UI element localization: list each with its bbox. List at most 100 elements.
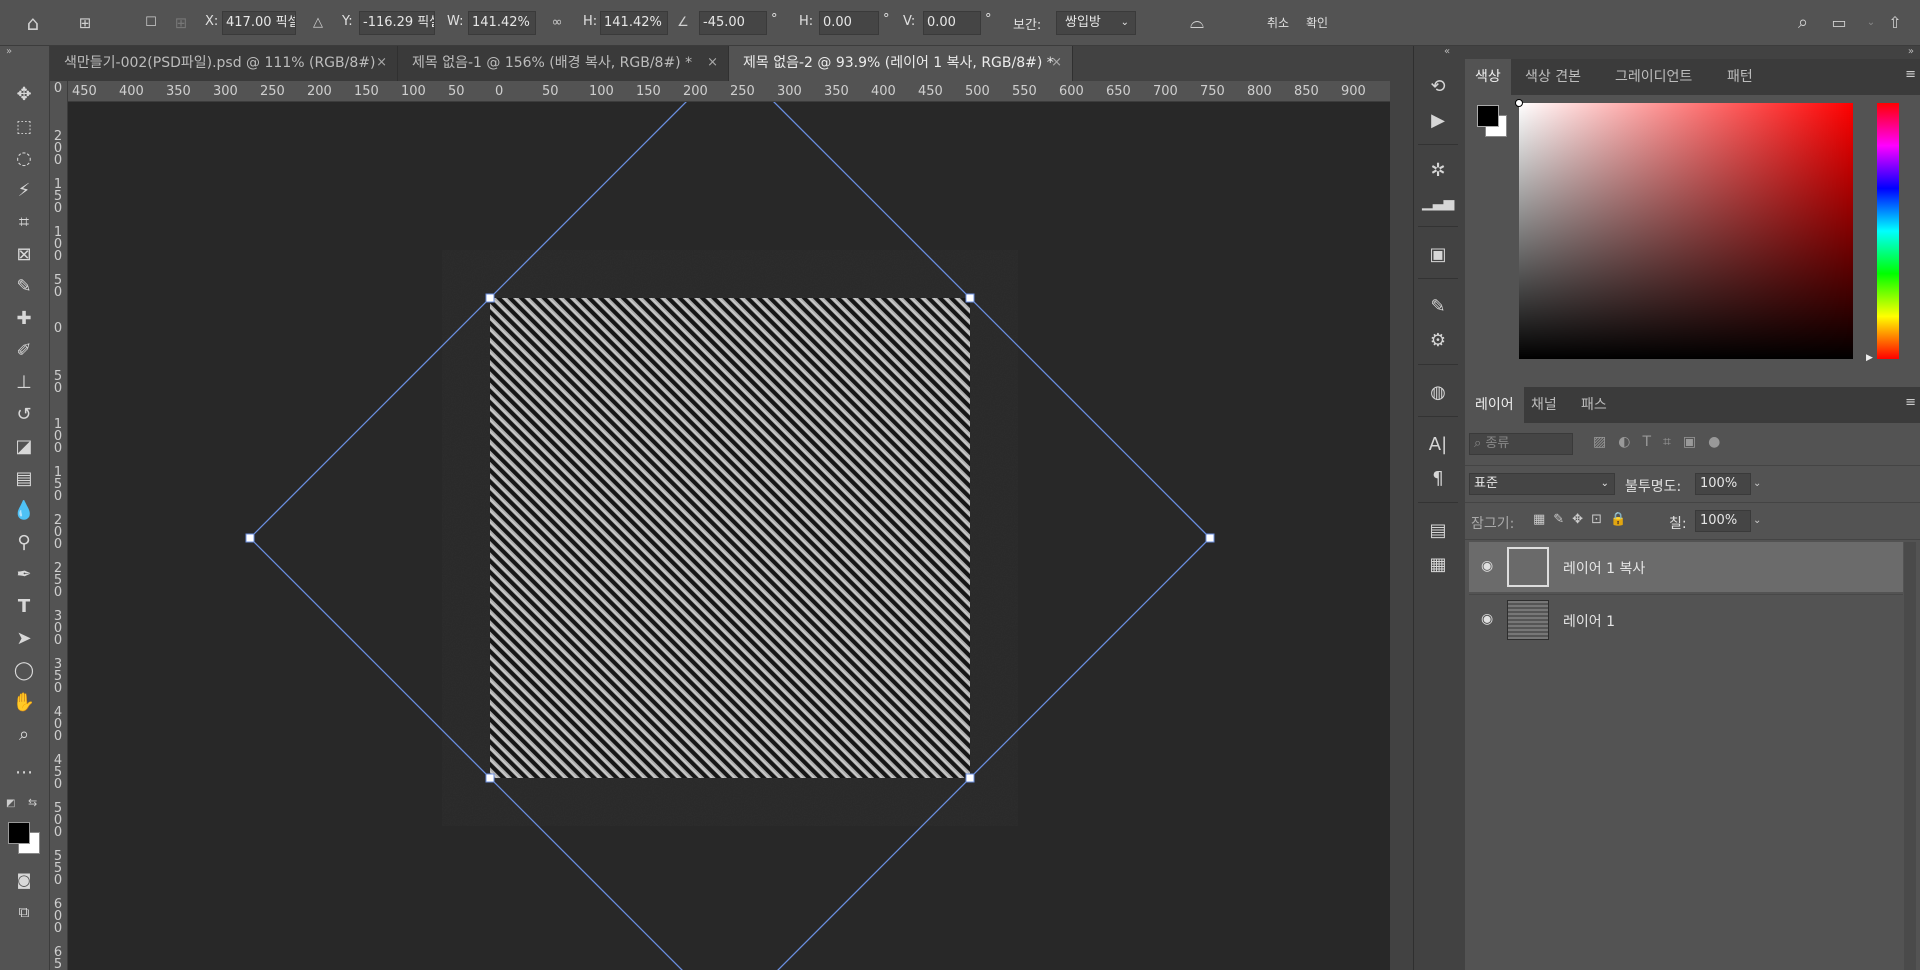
screen-mode-icon[interactable]: ⧉ — [9, 898, 39, 926]
tab-paths[interactable]: 패스 — [1571, 387, 1617, 423]
hand-tool-icon[interactable]: ✋ — [9, 689, 39, 717]
paragraph-icon[interactable]: ¶ — [1422, 464, 1454, 494]
path-selection-tool-icon[interactable]: ➤ — [9, 625, 39, 653]
tab-gradients[interactable]: 그레이디언트 — [1605, 59, 1702, 95]
eyedropper-tool-icon[interactable]: ✎ — [9, 273, 39, 301]
transform-handle[interactable] — [965, 773, 975, 783]
chevron-down-icon[interactable]: ⌄ — [1860, 12, 1882, 34]
type-tool-icon[interactable]: T — [9, 593, 39, 621]
move-tool-icon[interactable]: ✥ — [9, 81, 39, 109]
delta-icon[interactable]: △ — [307, 12, 329, 34]
clone-stamp-tool-icon[interactable]: ⊥ — [9, 369, 39, 397]
chevron-down-icon[interactable]: ⌄ — [1753, 510, 1767, 532]
actions-play-icon[interactable]: ▶ — [1422, 106, 1454, 136]
more-tools-icon[interactable]: ⋯ — [9, 759, 39, 787]
tab-patterns[interactable]: 패턴 — [1717, 59, 1763, 95]
skew-h-field[interactable]: 0.00 — [819, 11, 879, 35]
search-icon[interactable]: ⌕ — [1792, 12, 1814, 34]
panel-menu-icon[interactable]: ≡ — [1905, 67, 1916, 82]
foreground-color-swatch[interactable] — [8, 822, 30, 844]
y-field[interactable]: -116.29 픽셀 — [359, 11, 435, 35]
color-picker-cursor[interactable] — [1515, 99, 1523, 107]
close-icon[interactable]: × — [1051, 46, 1062, 80]
tab-document-2[interactable]: 제목 없음-1 @ 156% (배경 복사, RGB/8#) * × — [398, 46, 729, 81]
zoom-tool-icon[interactable]: ⌕ — [9, 721, 39, 749]
hue-slider-handle[interactable]: ▶ — [1866, 353, 1873, 363]
fill-field[interactable]: 100% — [1695, 510, 1751, 532]
eye-icon[interactable]: ◉ — [1481, 611, 1493, 627]
layer-filter-select[interactable]: ⌕ 종류 — [1469, 433, 1573, 455]
history-brush-tool-icon[interactable]: ↺ — [9, 401, 39, 429]
color-field[interactable] — [1519, 103, 1853, 359]
collapse-arrows-icon[interactable]: » — [6, 46, 12, 57]
reference-grid-icon[interactable]: ⊞ — [170, 12, 192, 34]
collapse-arrows-icon[interactable]: « — [1444, 46, 1450, 57]
libraries-icon[interactable]: ▣ — [1422, 240, 1454, 270]
quick-mask-icon[interactable]: ◙ — [9, 866, 39, 894]
brush-settings-icon[interactable]: ✎ — [1422, 292, 1454, 322]
lock-icons[interactable]: ▦✎✥⊡🔒 — [1533, 512, 1634, 527]
workspace-icon[interactable]: ▭ — [1828, 12, 1850, 34]
share-icon[interactable]: ⇧ — [1884, 12, 1906, 34]
gradient-tool-icon[interactable]: ▤ — [9, 465, 39, 493]
tab-layers[interactable]: 레이어 — [1465, 387, 1524, 423]
warp-mode-icon[interactable]: ⌓ — [1186, 12, 1208, 34]
commit-transform-button[interactable]: 확인 — [1306, 14, 1328, 31]
x-field[interactable]: 417.00 픽셀 — [222, 11, 296, 35]
pen-tool-icon[interactable]: ✒ — [9, 561, 39, 589]
brush-tool-icon[interactable]: ✐ — [9, 337, 39, 365]
navigator-icon[interactable]: ✲ — [1422, 156, 1454, 186]
transform-handle[interactable] — [245, 533, 255, 543]
interpolation-select[interactable]: 쌍입방 ⌄ — [1056, 11, 1136, 35]
skew-v-field[interactable]: 0.00 — [923, 11, 981, 35]
ellipse-tool-icon[interactable]: ◯ — [9, 657, 39, 685]
hue-slider[interactable] — [1877, 103, 1899, 359]
layer-filter-icons[interactable]: ▨◐T⌗▣● — [1593, 434, 1732, 450]
home-icon[interactable]: ⌂ — [22, 12, 44, 34]
close-icon[interactable]: × — [707, 46, 718, 80]
collapse-arrows-icon[interactable]: » — [1908, 46, 1914, 57]
blur-tool-icon[interactable]: 💧 — [9, 497, 39, 525]
opacity-field[interactable]: 100% — [1695, 473, 1751, 495]
swap-colors-icon[interactable]: ⇆ — [28, 796, 37, 809]
transform-handle[interactable] — [485, 293, 495, 303]
chevron-down-icon[interactable]: ⌄ — [1753, 473, 1767, 495]
close-icon[interactable]: × — [376, 46, 387, 80]
height-field[interactable]: 141.42% — [600, 11, 668, 35]
transform-handle[interactable] — [1205, 533, 1215, 543]
reference-point-icon[interactable]: ⊞ — [74, 12, 96, 34]
foreground-color-swatch[interactable] — [1477, 105, 1499, 127]
canvas-area[interactable] — [68, 102, 1390, 970]
layers-scrollbar[interactable] — [1904, 542, 1916, 970]
crop-tool-icon[interactable]: ⌗ — [9, 209, 39, 237]
horizontal-ruler[interactable]: 450 400 350 300 250 200 150 100 50 0 50 100 150 200 25… — [68, 81, 1390, 102]
tab-swatches[interactable]: 색상 견본 — [1515, 59, 1591, 95]
history-icon[interactable]: ⟲ — [1422, 72, 1454, 102]
panel-menu-icon[interactable]: ≡ — [1905, 395, 1916, 410]
transform-handle[interactable] — [485, 773, 495, 783]
default-colors-icon[interactable]: ◩ — [6, 798, 15, 809]
tab-document-3[interactable]: 제목 없음-2 @ 93.9% (레이어 1 복사, RGB/8#) * × — [729, 46, 1073, 81]
blend-mode-select[interactable]: 표준 ⌄ — [1469, 473, 1615, 495]
properties-icon[interactable]: ◍ — [1422, 378, 1454, 408]
tab-document-1[interactable]: 색만들기-002(PSD파일).psd @ 111% (RGB/8#) × — [50, 46, 398, 81]
healing-brush-tool-icon[interactable]: ✚ — [9, 305, 39, 333]
vertical-scrollbar[interactable] — [1390, 81, 1413, 970]
transform-handle[interactable] — [965, 293, 975, 303]
reference-checkbox[interactable]: ☐ — [140, 12, 162, 34]
link-icon[interactable]: ∞ — [546, 12, 568, 34]
eye-icon[interactable]: ◉ — [1481, 558, 1493, 574]
marquee-tool-icon[interactable]: ⬚ — [9, 113, 39, 141]
notes-icon[interactable]: ▦ — [1422, 550, 1454, 580]
dodge-tool-icon[interactable]: ⚲ — [9, 529, 39, 557]
eraser-tool-icon[interactable]: ◪ — [9, 433, 39, 461]
lasso-tool-icon[interactable]: ◌ — [9, 145, 39, 173]
tab-color[interactable]: 색상 — [1465, 59, 1511, 95]
tab-channels[interactable]: 채널 — [1521, 387, 1567, 423]
histogram-icon[interactable]: ▁▃▅ — [1422, 188, 1454, 218]
vertical-ruler[interactable]: 0 2 0 0 1 5 0 1 0 0 5 0 0 5 0 1 0 0 1 5 0 2 0 0 2 … — [50, 81, 68, 970]
angle-field[interactable]: -45.00 — [699, 11, 767, 35]
character-icon[interactable]: A| — [1422, 430, 1454, 460]
frame-tool-icon[interactable]: ⊠ — [9, 241, 39, 269]
magic-wand-tool-icon[interactable]: ⚡ — [9, 177, 39, 205]
